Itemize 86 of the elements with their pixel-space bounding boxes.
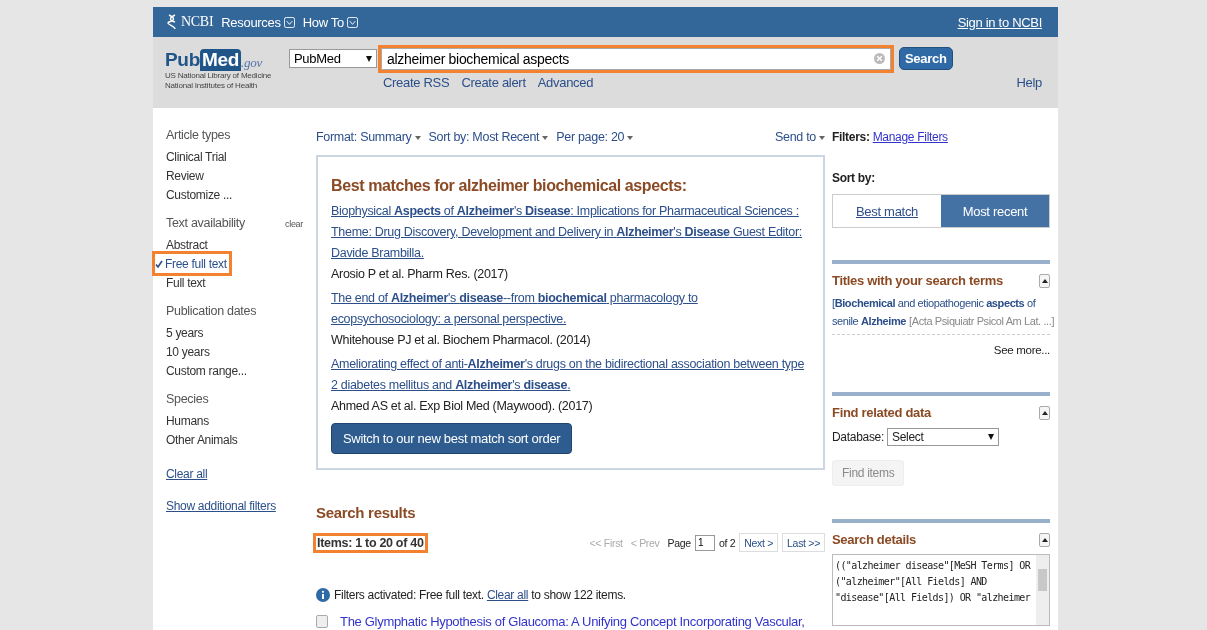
sort-by-label: Sort by:: [832, 171, 876, 185]
organization-name: US National Library of Medicine: [165, 71, 273, 81]
article-link[interactable]: The end of Alzheimer's disease--from biochemical pharmacology to ecopsychosociology: a personal perspective.: [331, 288, 809, 330]
collapse-icon: [1041, 410, 1048, 415]
database-select[interactable]: PubMed: [289, 49, 377, 68]
search-option-link[interactable]: Create alert: [461, 75, 526, 90]
filter-group-title: Article types: [166, 128, 231, 142]
article-link[interactable]: Ameliorating effect of anti-Alzheimer's drugs on the bidirectional association between type 2 diabetes mellitus and Alzheimer's disease.: [331, 354, 809, 396]
best-matches-title: Best matches for alzheimer biochemical aspects:: [331, 177, 688, 195]
filter-item[interactable]: 5 years: [166, 323, 204, 342]
filters-label: Filters:: [832, 130, 870, 144]
info-icon: [316, 588, 330, 602]
collapse-button[interactable]: [1039, 405, 1050, 420]
panel-title: Find related data: [832, 405, 931, 420]
pubmed-logo[interactable]: PubMed.gov: [165, 47, 287, 71]
result-checkbox[interactable]: [316, 615, 328, 628]
result-title-link[interactable]: The Glymphatic Hypothesis of Glaucoma: A Unifying Concept Incorporating Vascular,: [340, 614, 805, 629]
page-label: Page: [667, 536, 691, 549]
query-line: "disease"[All Fields]) OR "alzheimer: [835, 591, 1032, 605]
search-button[interactable]: Search: [899, 47, 953, 70]
filter-item[interactable]: Clinical Trial: [166, 147, 227, 166]
caret-icon: [988, 434, 994, 440]
filter-group-title: Publication dates: [166, 304, 257, 318]
next-page-button[interactable]: Next >: [739, 533, 779, 552]
manage-filters-link[interactable]: Manage Filters: [872, 130, 948, 144]
sign-in-link[interactable]: Sign in to NCBI: [957, 14, 1042, 30]
toolbar-menu[interactable]: Per page: 20: [556, 130, 634, 144]
checkmark-icon: [155, 259, 163, 268]
filter-item[interactable]: Full text: [166, 273, 206, 292]
dropdown-icon: [347, 16, 358, 28]
filter-group-title: Text availability: [166, 216, 245, 230]
filter-item[interactable]: Other Animals: [166, 430, 238, 449]
filter-item[interactable]: 10 years: [166, 342, 210, 361]
sort-option[interactable]: Most recent: [941, 195, 1049, 227]
toolbar-menu[interactable]: Sort by: Most Recent: [428, 130, 549, 144]
search-option-link[interactable]: Advanced: [537, 75, 594, 90]
scrollbar[interactable]: [1036, 555, 1049, 625]
help-link[interactable]: Help: [1016, 75, 1042, 90]
article-citation: Ahmed AS et al. Exp Biol Med (Maywood). (2017): [331, 398, 594, 415]
search-details-box[interactable]: (("alzheimer disease"[MeSH Terms] OR ("alzheimer"[All Fields] AND "disease"[All Fields]) OR "alzheimer: [832, 554, 1050, 626]
filter-item[interactable]: Review: [166, 166, 204, 185]
query-line: ("alzheimer"[All Fields] AND: [835, 575, 988, 589]
search-field[interactable]: alzheimer biochemical aspects: [381, 47, 891, 70]
article-link[interactable]: Biophysical Aspects of Alzheimer's Disease: Implications for Pharmaceutical Sciences : Theme: Drug Discovery, Development and Delivery in Alzheimer's Disease Guest Editor: Davide Brambilla.: [331, 201, 809, 264]
header-menu[interactable]: Resources: [221, 14, 295, 30]
last-page-button[interactable]: Last >>: [782, 533, 825, 552]
database-label: Database:: [832, 430, 884, 444]
article-citation: Arosio P et al. Pharm Res. (2017): [331, 266, 509, 283]
collapse-button[interactable]: [1039, 532, 1050, 547]
collapse-button[interactable]: [1039, 273, 1050, 288]
clear-all-link[interactable]: Clear all: [486, 588, 529, 602]
clear-link[interactable]: clear: [285, 219, 303, 229]
filter-link[interactable]: Show additional filters: [166, 499, 276, 513]
items-count: Items: 1 to 20 of 40: [316, 535, 425, 550]
toolbar-menu[interactable]: Format: Summary: [316, 130, 421, 144]
article-citation: Whitehouse PJ et al. Biochem Pharmacol. (2014): [331, 332, 592, 349]
header-menu[interactable]: How To: [302, 14, 358, 30]
dropdown-icon: [283, 16, 295, 28]
filter-item[interactable]: Free full text: [155, 254, 229, 273]
see-more-link[interactable]: See more...: [993, 344, 1050, 356]
filter-item[interactable]: Humans: [166, 411, 209, 430]
title-suggestion-link[interactable]: senile Alzheime: [832, 312, 907, 330]
panel-title: Titles with your search terms: [832, 273, 1003, 288]
filter-item[interactable]: Abstract: [166, 235, 208, 254]
journal-source: [Acta Psiquiatr Psicol Am Lat. ...]: [909, 314, 1055, 329]
filter-link[interactable]: Clear all: [166, 467, 208, 481]
ncbi-logo[interactable]: NCBI: [181, 14, 214, 30]
query-line: (("alzheimer disease"[MeSH Terms] OR: [835, 559, 1032, 573]
caret-icon: [366, 55, 372, 62]
panel-title: Search details: [832, 532, 916, 547]
page-field[interactable]: 1: [694, 534, 715, 551]
filter-item[interactable]: Custom range...: [166, 361, 247, 380]
helix-icon: [167, 14, 177, 30]
filter-item[interactable]: Customize ...: [166, 185, 233, 204]
collapse-icon: [1041, 537, 1048, 542]
switch-sort-button[interactable]: Switch to our new best match sort order: [331, 423, 573, 454]
collapse-icon: [1041, 278, 1048, 283]
page-total: of 2: [718, 536, 736, 549]
database-dropdown[interactable]: Select: [887, 428, 999, 446]
send-to-menu[interactable]: Send to: [775, 130, 825, 144]
filter-group-title: Species: [166, 392, 209, 406]
search-results-title: Search results: [316, 504, 417, 521]
organization-name: National Institutes of Health: [165, 81, 259, 91]
search-option-link[interactable]: Create RSS: [383, 75, 450, 90]
filters-notice: Filters activated: Free full text. Clear all to show 122 items.: [334, 588, 626, 602]
title-suggestion-link[interactable]: [Biochemical and etiopathogenic aspects of: [832, 294, 1036, 312]
